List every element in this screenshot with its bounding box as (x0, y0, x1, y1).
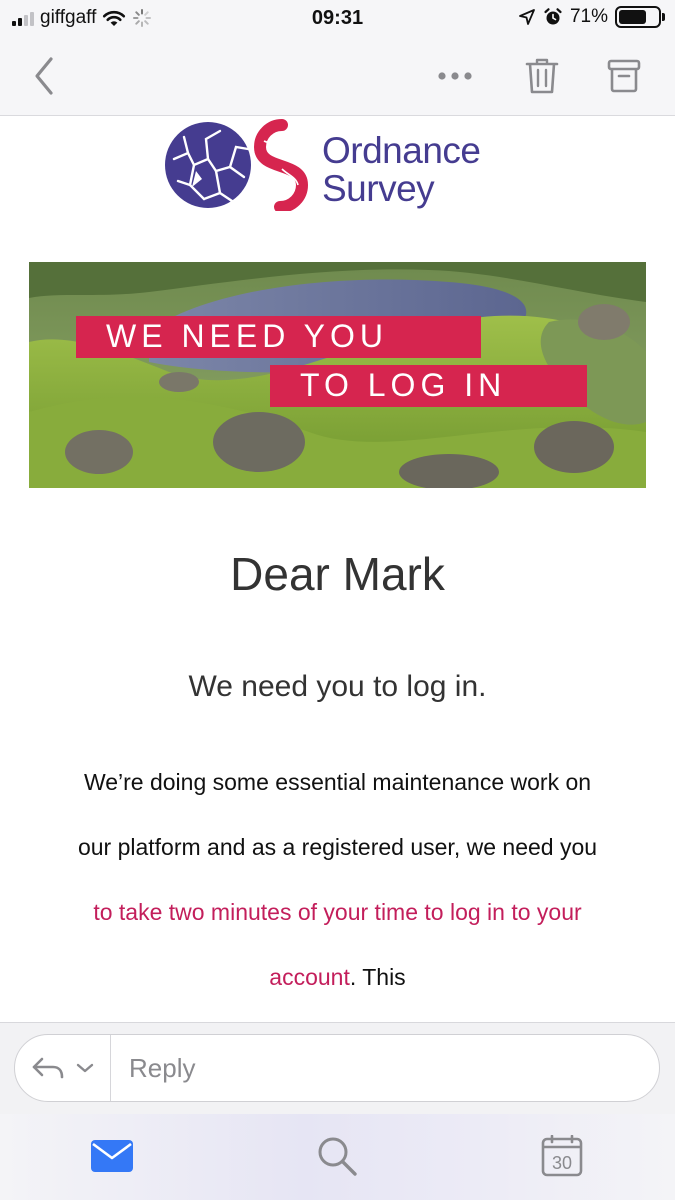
reply-arrow-icon (32, 1057, 63, 1079)
body-paragraph: We’re doing some essential maintenance w… (72, 750, 603, 1010)
status-right: 71% (518, 6, 665, 28)
logo-word-survey: Survey (322, 168, 435, 209)
location-arrow-icon (519, 9, 535, 25)
banner-line-1: WE NEED YOU (76, 316, 481, 358)
tab-calendar[interactable]: 30 (532, 1126, 592, 1186)
banner-line-2: TO LOG IN (270, 365, 587, 407)
search-icon (318, 1137, 357, 1176)
delete-button[interactable] (520, 54, 564, 98)
tab-bar: 30 (0, 1114, 675, 1200)
calendar-day: 30 (552, 1153, 572, 1173)
battery-icon (615, 6, 665, 28)
more-button[interactable] (433, 54, 477, 98)
archive-icon (607, 59, 641, 93)
chevron-down-icon (76, 1063, 93, 1073)
email-body: Ordnance Survey WE NEED YOU TO LOG IN De… (0, 117, 675, 1022)
back-button[interactable] (22, 54, 66, 98)
mail-icon (91, 1140, 133, 1172)
tab-search[interactable] (307, 1126, 367, 1186)
subheading: We need you to log in. (188, 670, 487, 703)
back-chevron-icon (35, 57, 53, 95)
ordnance-survey-logo: Ordnance Survey (164, 119, 524, 211)
alarm-icon (544, 8, 562, 25)
reply-box (14, 1034, 660, 1102)
mail-toolbar (0, 40, 675, 116)
battery-level (619, 10, 646, 24)
more-icon (438, 72, 472, 80)
body-text-part-1: We’re doing some essential maintenance w… (77, 769, 598, 860)
hero-image: WE NEED YOU TO LOG IN (29, 262, 646, 488)
login-link[interactable]: to take two minutes of your time to log … (93, 899, 581, 990)
status-bar: giffgaff 09:31 71% (0, 0, 675, 40)
tab-mail[interactable] (82, 1126, 142, 1186)
greeting: Dear Mark (230, 548, 445, 600)
trash-icon (525, 58, 559, 94)
calendar-icon: 30 (541, 1135, 583, 1177)
archive-button[interactable] (602, 54, 646, 98)
reply-bar (0, 1022, 675, 1114)
body-text-part-2: . This (349, 964, 406, 990)
logo-word-ordnance: Ordnance (322, 130, 481, 171)
reply-options-button[interactable] (15, 1035, 111, 1101)
battery-percent: 71% (569, 6, 608, 27)
os-emblem-icon (165, 119, 309, 211)
reply-input[interactable] (125, 1035, 645, 1101)
